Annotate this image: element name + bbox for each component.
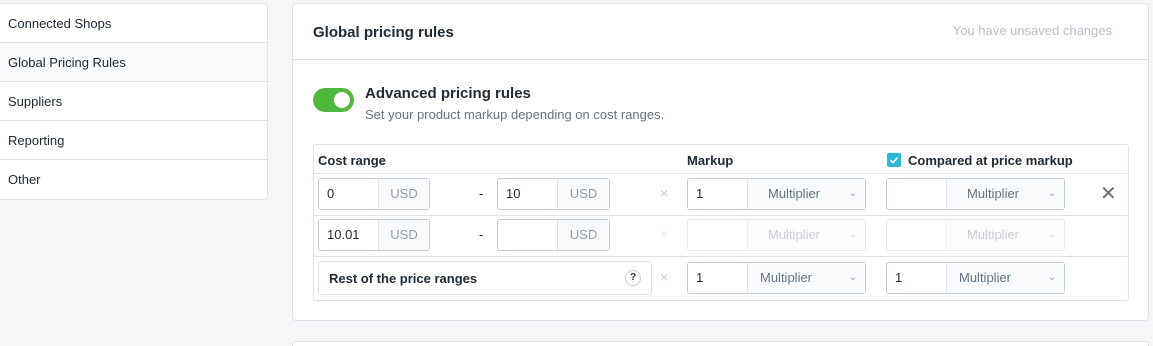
currency-addon: USD	[379, 220, 429, 250]
sidebar-item-connected-shops[interactable]: Connected Shops	[0, 4, 267, 43]
sidebar-item-reporting[interactable]: Reporting	[0, 121, 267, 160]
markup-input[interactable]: 1 Multiplier ⌄	[687, 178, 866, 210]
range-dash: -	[479, 227, 484, 242]
compared-markup-input: Multiplier ⌄	[886, 219, 1065, 251]
sidebar-item-suppliers[interactable]: Suppliers	[0, 82, 267, 121]
settings-sidebar: Connected Shops Global Pricing Rules Sup…	[0, 3, 268, 200]
currency-addon: USD	[379, 179, 429, 209]
advanced-pricing-subtitle: Set your product markup depending on cos…	[365, 107, 665, 122]
pricing-rules-table: Cost range Markup Compared at price mark…	[313, 144, 1129, 301]
cost-to-input[interactable]: 10 USD	[497, 178, 610, 210]
currency-addon: USD	[558, 179, 609, 209]
header-markup: Markup	[687, 153, 734, 168]
chevron-down-icon: ⌄	[848, 272, 857, 283]
compared-markup-checkbox[interactable]	[887, 153, 901, 167]
global-pricing-card: Global pricing rules You have unsaved ch…	[292, 3, 1149, 321]
checkmark-icon	[889, 156, 899, 164]
advanced-pricing-toggle[interactable]	[313, 88, 354, 112]
delete-row-icon[interactable]: ✕	[1100, 184, 1117, 204]
clear-icon: ×	[660, 226, 669, 242]
toggle-knob	[334, 92, 350, 108]
help-icon[interactable]: ?	[625, 270, 641, 286]
rest-of-ranges-field: Rest of the price ranges ?	[318, 261, 652, 295]
rest-markup-input[interactable]: 1 Multiplier ⌄	[687, 262, 866, 294]
sidebar-item-global-pricing-rules[interactable]: Global Pricing Rules	[0, 43, 267, 82]
cost-to-input[interactable]: USD	[497, 219, 610, 251]
rest-markup-type-select[interactable]: Multiplier ⌄	[748, 263, 865, 293]
row-divider	[314, 215, 1128, 216]
markup-type-select: Multiplier ⌄	[748, 220, 865, 250]
advanced-pricing-title: Advanced pricing rules	[365, 85, 531, 102]
header-compared-markup: Compared at price markup	[908, 153, 1073, 168]
range-dash: -	[479, 186, 484, 201]
unsaved-changes-notice: You have unsaved changes	[952, 23, 1112, 38]
compared-markup-input[interactable]: Multiplier ⌄	[886, 178, 1065, 210]
clear-icon[interactable]: ×	[660, 185, 668, 201]
compared-type-select: Multiplier ⌄	[947, 220, 1064, 250]
chevron-down-icon: ⌄	[1047, 229, 1056, 240]
cost-from-input[interactable]: 10.01 USD	[318, 219, 430, 251]
currency-addon: USD	[558, 220, 609, 250]
markup-type-select[interactable]: Multiplier ⌄	[748, 179, 865, 209]
markup-input: Multiplier ⌄	[687, 219, 866, 251]
next-card-edge	[292, 341, 1149, 346]
chevron-down-icon: ⌄	[848, 188, 857, 199]
compared-type-select[interactable]: Multiplier ⌄	[947, 179, 1064, 209]
header-cost-range: Cost range	[318, 153, 386, 168]
chevron-down-icon: ⌄	[848, 229, 857, 240]
rest-compared-type-select[interactable]: Multiplier ⌄	[947, 263, 1064, 293]
cost-from-input[interactable]: 0 USD	[318, 178, 430, 210]
clear-icon[interactable]: ×	[660, 269, 668, 285]
rest-of-ranges-label: Rest of the price ranges	[329, 271, 478, 286]
row-divider	[314, 256, 1128, 257]
row-divider	[314, 173, 1128, 174]
chevron-down-icon: ⌄	[1047, 188, 1056, 199]
card-header: Global pricing rules You have unsaved ch…	[293, 4, 1148, 60]
chevron-down-icon: ⌄	[1047, 272, 1056, 283]
page-title: Global pricing rules	[313, 24, 454, 41]
sidebar-item-other[interactable]: Other	[0, 160, 267, 199]
rest-compared-input[interactable]: 1 Multiplier ⌄	[886, 262, 1065, 294]
